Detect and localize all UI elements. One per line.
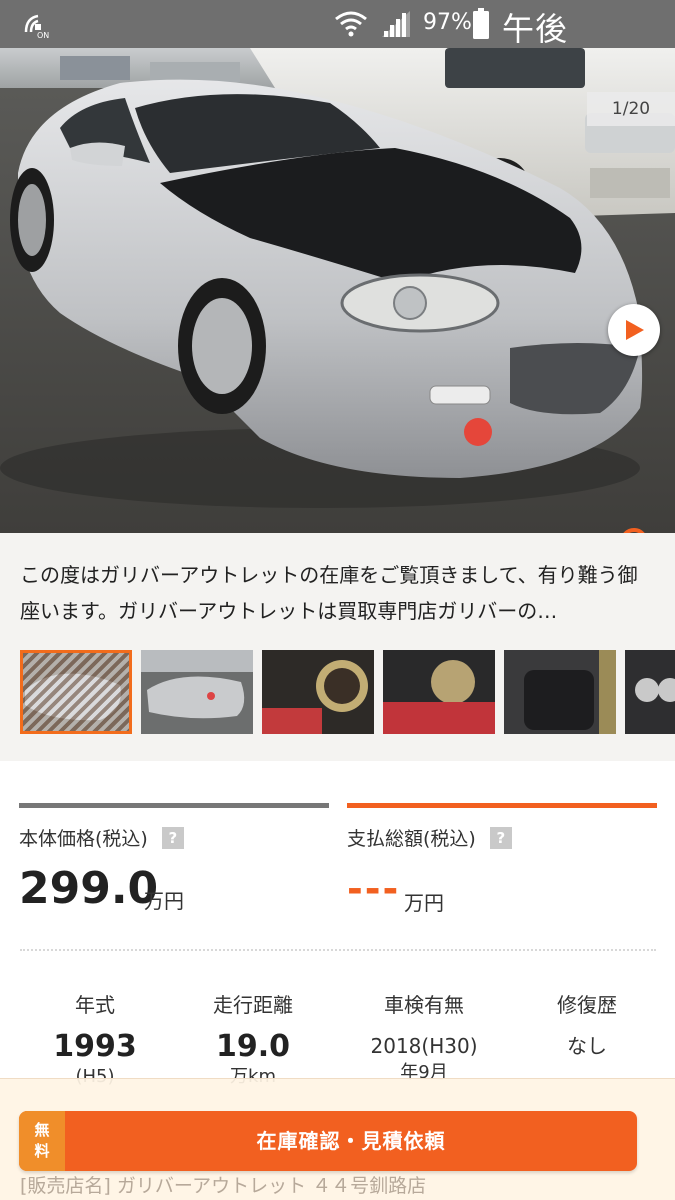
spec-inspection: 車検有無 2018(H30) 年9月: [349, 989, 499, 1086]
spec-value: 2018(H30): [370, 1034, 478, 1058]
free-badge: 無料: [19, 1111, 65, 1171]
zoom-icon[interactable]: [618, 526, 658, 533]
description-area: この度はガリバーアウトレットの在庫をご覧頂きまして、有り難う御座います。ガリバー…: [0, 533, 675, 761]
spec-label: 車検有無: [384, 993, 464, 1017]
wifi-icon: [335, 11, 367, 37]
thumbnail-1[interactable]: [20, 650, 132, 734]
spec-label: 走行距離: [213, 993, 293, 1017]
total-price-block: 支払総額(税込) ?: [347, 803, 657, 851]
thumbnail-2[interactable]: [141, 650, 253, 734]
total-price-value: ---: [347, 867, 401, 911]
total-price-unit: 万円: [404, 891, 444, 915]
store-name: [販売店名] ガリバーアウトレット ４４号釧路店: [20, 1175, 427, 1197]
spec-repair-history: 修復歴 なし: [512, 989, 662, 1060]
divider: [20, 949, 656, 951]
battery-icon: [473, 8, 489, 39]
status-bar: ON 97% 午後 11:41: [0, 0, 675, 88]
free-badge-label: 無料: [34, 1121, 50, 1160]
spec-label: 修復歴: [557, 993, 617, 1017]
body-price-help-button[interactable]: ?: [161, 826, 184, 849]
nfc-icon: ON: [24, 14, 49, 38]
spec-label: 年式: [75, 993, 115, 1017]
spec-value: 19.0: [215, 1029, 291, 1064]
description-text[interactable]: この度はガリバーアウトレットの在庫をご覧頂きまして、有り難う御座います。ガリバー…: [20, 557, 650, 629]
body-price-label: 本体価格(税込): [19, 828, 148, 850]
spec-value: なし: [567, 1034, 607, 1058]
play-video-button[interactable]: [608, 304, 660, 356]
svg-text:ON: ON: [37, 31, 49, 38]
photo-counter: 1/20: [587, 92, 675, 126]
total-price-label: 支払総額(税込): [347, 828, 476, 850]
main-photo[interactable]: 1/20: [0, 48, 675, 533]
body-price-block: 本体価格(税込) ?: [19, 803, 329, 851]
inquiry-button[interactable]: 無料 在庫確認・見積依頼: [19, 1111, 637, 1171]
body-price-bar: [19, 803, 329, 808]
body-price-unit: 万円: [144, 889, 184, 913]
body-price-value: 299.0: [19, 863, 159, 914]
total-price-help-button[interactable]: ?: [489, 826, 512, 849]
spec-mileage: 走行距離 19.0 万km: [178, 989, 328, 1090]
spec-year: 年式 1993 (H5): [20, 989, 170, 1090]
inquiry-button-label: 在庫確認・見積依頼: [256, 1129, 446, 1153]
sticky-footer: 無料 在庫確認・見積依頼 [販売店名] ガリバーアウトレット ４４号釧路店: [0, 1078, 675, 1200]
play-icon: [626, 320, 644, 340]
car-photo: [0, 48, 675, 533]
thumbnail-strip[interactable]: [20, 650, 675, 734]
thumbnail-3[interactable]: [262, 650, 374, 734]
spec-value: 1993: [53, 1029, 137, 1064]
battery-percent: 97%: [423, 10, 472, 35]
thumbnail-6[interactable]: [625, 650, 675, 734]
thumbnail-5[interactable]: [504, 650, 616, 734]
thumbnail-4[interactable]: [383, 650, 495, 734]
total-price-bar: [347, 803, 657, 808]
signal-icon: [382, 11, 410, 37]
